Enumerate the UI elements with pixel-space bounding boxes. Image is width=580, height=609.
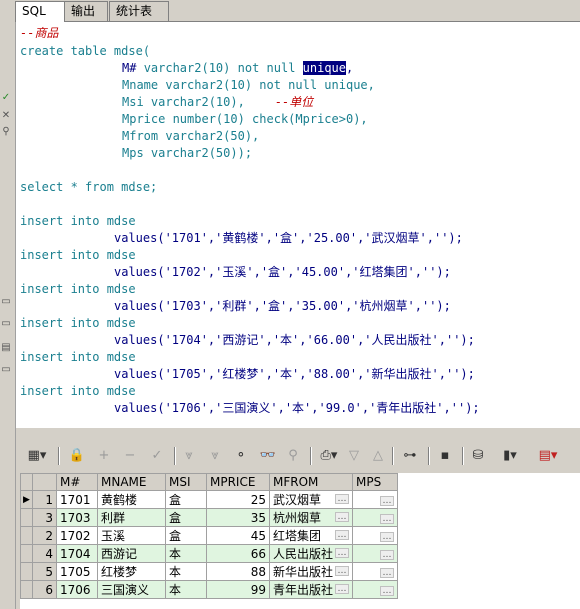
insert-line: insert into mdse (20, 384, 136, 398)
result-grid: M# MNAME MSI MPRICE MFROM MPS ▶ 1 1701 黄… (20, 473, 580, 609)
col-header-mname[interactable]: MNAME (97, 473, 166, 491)
table-row[interactable]: 3 1703 利群 盒 35 杭州烟草… … (20, 508, 398, 527)
panel-icon-3[interactable]: ▭ (0, 364, 12, 376)
table-icon[interactable]: ▤▾ (532, 446, 564, 466)
values-line: values('1702','玉溪','盒','45.00','红塔集团',''… (114, 265, 451, 279)
filter-icon[interactable]: ⚲ (284, 446, 302, 466)
sql-editor[interactable]: --商品 create table mdse( M# varchar2(10) … (16, 22, 580, 427)
selected-text: unique (302, 61, 347, 75)
lock-icon[interactable]: 🔒 (68, 446, 86, 466)
col-header-mprice[interactable]: MPRICE (206, 473, 270, 491)
values-line: values('1703','利群','盒','35.00','杭州烟草',''… (114, 299, 451, 313)
values-line: values('1701','黄鹤楼','盒','25.00','武汉烟草','… (114, 231, 463, 245)
col-header-msi[interactable]: MSI (165, 473, 207, 491)
left-side-strip: ✓ ✕ ⚲ ▭ ▭ ▤ ▭ (0, 0, 16, 609)
table-row[interactable]: 4 1704 西游记 本 66 人民出版社… … (20, 544, 398, 563)
ellipsis-button[interactable]: … (335, 530, 349, 540)
search-icon[interactable]: ⚲ (0, 126, 12, 138)
tab-sql[interactable]: SQL (15, 1, 65, 22)
ellipsis-button[interactable]: … (380, 568, 394, 578)
grid-toolbar: ▦▾ 🔒 + − ✓ ⩔ ⩔ ⚬ 👓 ⚲ ⎙▾ ▽ △ ⊶ ▪ ⛁ ▮▾ ▤▾ (16, 442, 580, 470)
column-line-2: Mname varchar2(10) not null unique, (122, 78, 375, 92)
ellipsis-button[interactable]: … (380, 514, 394, 524)
clear-filter-icon[interactable]: ⚬ (232, 446, 250, 466)
grid-view-icon[interactable]: ▦▾ (24, 446, 50, 466)
panel-icon[interactable]: ▭ (0, 296, 12, 308)
col-header-mps[interactable]: MPS (352, 473, 398, 491)
indicator-header (20, 473, 33, 491)
insert-line: insert into mdse (20, 350, 136, 364)
col-header-m[interactable]: M# (56, 473, 98, 491)
connect-icon[interactable]: ⊶ (400, 446, 420, 466)
values-line: values('1704','西游记','本','66.00','人民出版社',… (114, 333, 475, 347)
export-icon[interactable]: ⎙▾ (316, 446, 342, 466)
insert-line: insert into mdse (20, 282, 136, 296)
fetch-last-icon[interactable]: ⩔ (206, 446, 224, 466)
doc-icon[interactable]: ▤ (0, 342, 12, 354)
create-line: create table mdse( (20, 44, 151, 58)
rownum-header (32, 473, 57, 491)
column-line-5: Mfrom varchar2(50), (122, 129, 260, 143)
insert-line: insert into mdse (20, 214, 136, 228)
column-line-6: Mps varchar2(50)); (122, 146, 253, 160)
table-row[interactable]: ▶ 1 1701 黄鹤楼 盒 25 武汉烟草… … (20, 490, 398, 509)
select-line: select * from mdse; (20, 180, 158, 194)
col-header-mfrom[interactable]: MFROM (269, 473, 353, 491)
down-arrow-icon[interactable]: ▽ (346, 446, 362, 466)
save-icon[interactable]: ▪ (436, 446, 454, 466)
header-row: M# MNAME MSI MPRICE MFROM MPS (20, 473, 398, 491)
values-line: values('1705','红楼梦','本','88.00','新华出版社',… (114, 367, 475, 381)
ellipsis-button[interactable]: … (335, 584, 349, 594)
cross-icon[interactable]: ✕ (0, 110, 12, 122)
ellipsis-button[interactable]: … (335, 512, 349, 522)
fetch-next-icon[interactable]: ⩔ (180, 446, 198, 466)
tab-stats[interactable]: 统计表 (109, 1, 169, 21)
result-table: M# MNAME MSI MPRICE MFROM MPS ▶ 1 1701 黄… (20, 473, 398, 599)
tab-output[interactable]: 输出 (64, 1, 108, 21)
ellipsis-button[interactable]: … (380, 496, 394, 506)
pane-splitter[interactable] (16, 427, 580, 443)
ellipsis-button[interactable]: … (335, 494, 349, 504)
insert-line: insert into mdse (20, 248, 136, 262)
table-row[interactable]: 6 1706 三国演义 本 99 青年出版社… … (20, 580, 398, 599)
values-line: values('1706','三国演义','本','99.0','青年出版社',… (114, 401, 480, 415)
current-row-indicator: ▶ (20, 490, 33, 509)
post-changes-icon[interactable]: ✓ (148, 446, 166, 466)
table-row[interactable]: 5 1705 红楼梦 本 88 新华出版社… … (20, 562, 398, 581)
column-line-1: M# varchar2(10) not null unique, (122, 61, 354, 75)
insert-line: insert into mdse (20, 316, 136, 330)
comment-line: --商品 (20, 26, 59, 40)
ellipsis-button[interactable]: … (335, 566, 349, 576)
database-icon[interactable]: ⛁ (468, 446, 488, 466)
column-line-4: Mprice number(10) check(Mprice>0), (122, 112, 368, 126)
ellipsis-button[interactable]: … (335, 548, 349, 558)
ellipsis-button[interactable]: … (380, 532, 394, 542)
tab-bar: SQL 输出 统计表 (15, 0, 580, 22)
column-line-3: Msi varchar2(10), --单位 (122, 95, 314, 109)
check-icon[interactable]: ✓ (0, 92, 12, 104)
up-arrow-icon[interactable]: △ (370, 446, 386, 466)
remove-record-icon[interactable]: − (122, 446, 138, 466)
add-record-icon[interactable]: + (96, 446, 112, 466)
panel-icon-2[interactable]: ▭ (0, 318, 12, 330)
chart-icon[interactable]: ▮▾ (494, 446, 526, 466)
ellipsis-button[interactable]: … (380, 586, 394, 596)
ellipsis-button[interactable]: … (380, 550, 394, 560)
find-icon[interactable]: 👓 (258, 446, 278, 466)
table-row[interactable]: 2 1702 玉溪 盒 45 红塔集团… … (20, 526, 398, 545)
